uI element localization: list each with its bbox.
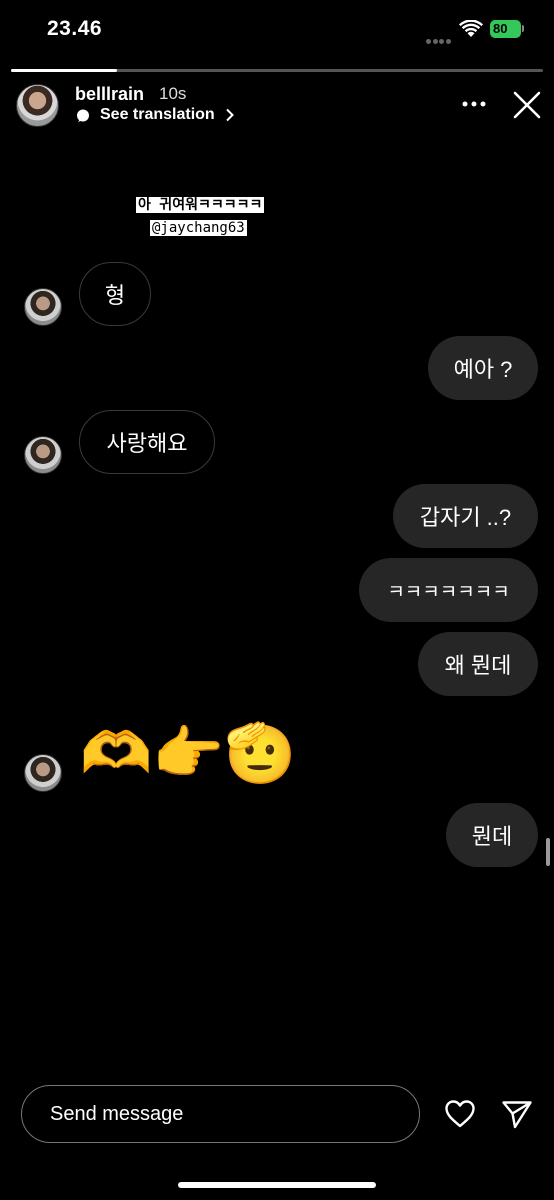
message-bubble-sent[interactable]: 예아 ? bbox=[428, 336, 538, 400]
message-bubble-sent[interactable]: 뭔데 bbox=[446, 803, 538, 867]
sender-avatar bbox=[24, 754, 62, 792]
battery-icon: 80 bbox=[490, 20, 521, 38]
story-progress-fill bbox=[11, 69, 118, 72]
status-time: 23.46 bbox=[47, 17, 103, 40]
message-bubble-sent[interactable]: 갑자기 ..? bbox=[393, 484, 538, 548]
profile-avatar[interactable] bbox=[16, 84, 59, 127]
battery-level: 80 bbox=[493, 21, 508, 36]
wifi-icon bbox=[459, 20, 483, 37]
close-icon[interactable] bbox=[512, 90, 542, 120]
send-message-placeholder[interactable]: Send message bbox=[50, 1103, 183, 1126]
chevron-right-icon[interactable] bbox=[225, 108, 235, 122]
see-translation-link[interactable]: See translation bbox=[100, 106, 215, 124]
signal-icon bbox=[426, 31, 454, 44]
scroll-indicator[interactable] bbox=[546, 838, 550, 866]
battery-tip bbox=[522, 25, 524, 32]
send-icon[interactable] bbox=[500, 1097, 534, 1131]
emoji-message[interactable]: 🫶👉🫡 bbox=[80, 718, 325, 788]
message-bubble-received[interactable]: 사랑해요 bbox=[79, 410, 215, 474]
story-progress-bar bbox=[11, 69, 543, 72]
message-bubble-received[interactable]: 형 bbox=[79, 262, 151, 326]
story-caption-mention[interactable]: @jaychang63 bbox=[150, 220, 247, 236]
sender-avatar bbox=[24, 288, 62, 326]
home-indicator[interactable] bbox=[178, 1182, 376, 1188]
message-bubble-sent[interactable]: ㅋㅋㅋㅋㅋㅋㅋ bbox=[359, 558, 538, 622]
story-caption-line1: 아 귀여워ㅋㅋㅋㅋㅋ bbox=[136, 197, 265, 213]
more-icon[interactable] bbox=[462, 101, 486, 107]
story-time-ago: 10s bbox=[159, 84, 187, 103]
sender-avatar bbox=[24, 436, 62, 474]
username[interactable]: belllrain bbox=[75, 84, 144, 105]
translate-icon[interactable] bbox=[76, 109, 90, 123]
message-bubble-sent[interactable]: 왜 뭔데 bbox=[418, 632, 538, 696]
heart-icon[interactable] bbox=[443, 1097, 477, 1131]
